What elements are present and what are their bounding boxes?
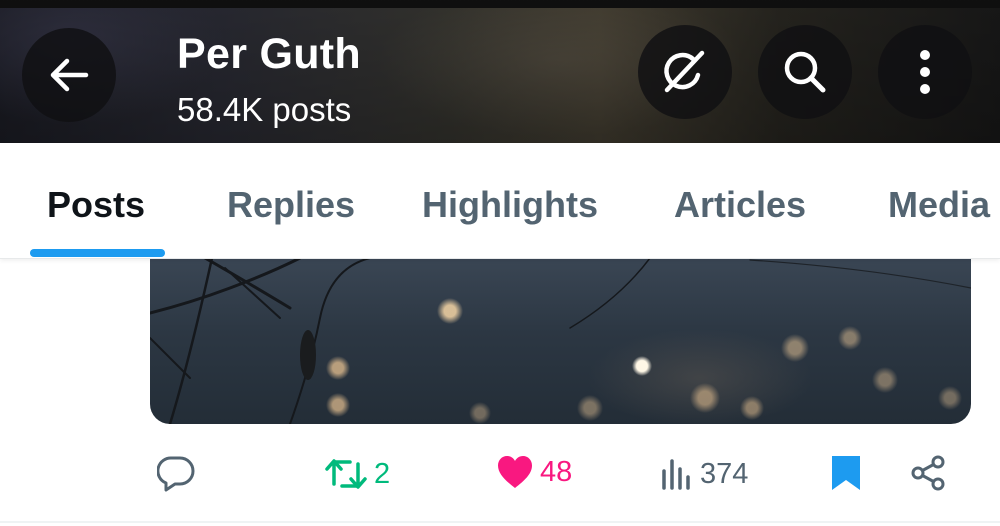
profile-tabs: Posts Replies Highlights Articles Media xyxy=(0,143,1000,259)
heart-icon xyxy=(498,456,532,488)
tab-highlights[interactable]: Highlights xyxy=(422,183,598,227)
reply-button[interactable] xyxy=(157,454,201,492)
profile-header: Per Guth 58.4K posts xyxy=(0,0,1000,143)
search-button[interactable] xyxy=(758,25,852,119)
bookmark-button[interactable] xyxy=(830,454,862,492)
share-button[interactable] xyxy=(909,454,947,492)
tab-replies[interactable]: Replies xyxy=(227,183,355,227)
arrow-left-icon xyxy=(50,58,89,92)
active-tab-indicator xyxy=(30,249,165,257)
reply-icon xyxy=(157,456,195,492)
post-media-image[interactable] xyxy=(150,258,971,424)
repost-count: 2 xyxy=(374,458,391,490)
tab-posts[interactable]: Posts xyxy=(47,183,145,227)
like-count: 48 xyxy=(540,456,573,488)
more-options-button[interactable] xyxy=(878,25,972,119)
tab-media[interactable]: Media xyxy=(888,183,990,227)
bookmark-icon xyxy=(832,456,860,490)
views-button[interactable]: 374 xyxy=(660,456,748,492)
share-icon xyxy=(911,455,945,491)
back-button[interactable] xyxy=(22,28,116,122)
profile-name: Per Guth xyxy=(177,30,361,78)
repost-button[interactable]: 2 xyxy=(324,456,390,492)
like-button[interactable]: 48 xyxy=(496,454,572,490)
grok-button[interactable] xyxy=(638,25,732,119)
media-photo xyxy=(150,258,971,424)
views-count: 374 xyxy=(700,458,749,490)
grok-icon xyxy=(664,50,705,93)
post-count: 58.4K posts xyxy=(177,91,352,128)
tab-articles[interactable]: Articles xyxy=(674,183,806,227)
more-vertical-icon xyxy=(920,50,930,94)
repost-icon xyxy=(325,459,367,489)
post-action-bar: 2 48 374 xyxy=(0,430,1000,520)
post-divider xyxy=(0,521,1000,523)
search-icon xyxy=(784,51,826,93)
views-icon xyxy=(662,459,690,490)
